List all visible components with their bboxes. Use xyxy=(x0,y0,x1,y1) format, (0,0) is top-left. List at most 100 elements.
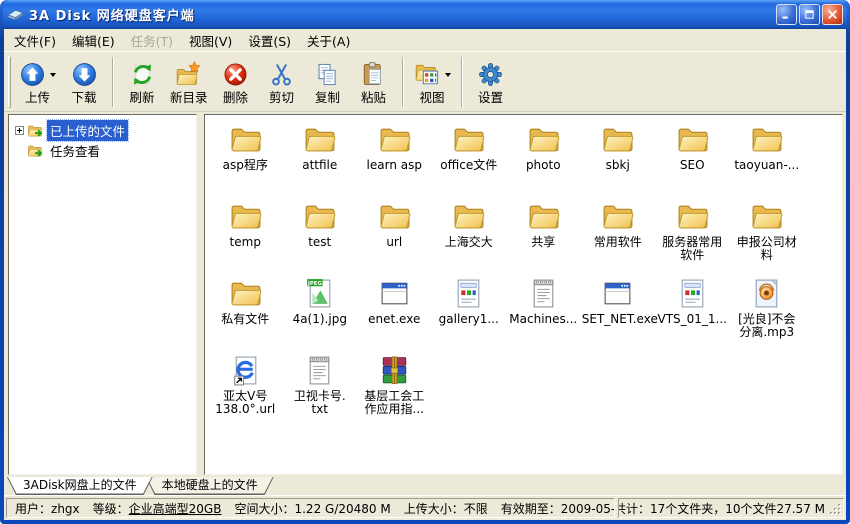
folder-icon xyxy=(676,123,709,156)
folder-icon xyxy=(676,200,709,233)
file-item[interactable]: sbkj xyxy=(581,118,656,195)
folder-tree: 已上传的文件 任务查看 xyxy=(8,114,197,475)
folder-icon xyxy=(750,200,783,233)
file-item[interactable]: 服务器常用 软件 xyxy=(655,195,730,272)
dropdown-arrow-icon xyxy=(50,73,56,77)
toolbar-button-copy[interactable]: 复制 xyxy=(305,54,351,110)
menu-settings[interactable]: 设置(S) xyxy=(240,28,299,53)
file-grid: asp程序 attfile learn asp office文件 xyxy=(208,118,842,426)
folder-icon xyxy=(527,123,560,156)
status-summary: 共计：17个文件夹，10个文件27.57 M xyxy=(618,498,844,518)
minimize-button[interactable] xyxy=(776,4,797,25)
tree-item-uploaded-files[interactable]: 已上传的文件 xyxy=(11,120,194,140)
app-body: 文件(F) 编辑(E) 任务(T) 视图(V) 设置(S) 关于(A) 上 xyxy=(4,29,846,520)
tree-item-label: 已上传的文件 xyxy=(47,120,128,141)
file-item[interactable]: 常用软件 xyxy=(581,195,656,272)
file-item-label: VTS_01_1... xyxy=(657,313,727,326)
tab-3adisk-files[interactable]: 3ADisk网盘上的文件 xyxy=(7,477,153,495)
file-item[interactable]: attfile xyxy=(283,118,358,195)
toolbar-gripper[interactable] xyxy=(8,56,11,108)
toolbar-button-cut[interactable]: 剪切 xyxy=(259,54,305,110)
file-item[interactable]: photo xyxy=(506,118,581,195)
file-item[interactable]: Machines... xyxy=(506,272,581,349)
file-item[interactable]: 亚太V号 138.0°.url xyxy=(208,349,283,426)
file-item[interactable]: taoyuan-... xyxy=(730,118,805,195)
folder-icon xyxy=(601,200,634,233)
menu-edit[interactable]: 编辑(E) xyxy=(64,28,123,53)
file-item[interactable]: [光良]不会 分离.mp3 xyxy=(730,272,805,349)
toolbar-button-new-folder[interactable]: 新目录 xyxy=(165,54,213,110)
file-item[interactable]: temp xyxy=(208,195,283,272)
file-item-label: 私有文件 xyxy=(221,313,269,326)
file-list-panel: asp程序 attfile learn asp office文件 xyxy=(204,114,843,475)
maximize-button[interactable] xyxy=(799,4,820,25)
file-item[interactable]: enet.exe xyxy=(357,272,432,349)
status-segment: 等级：企业高端型20GB xyxy=(93,500,222,517)
menu-file[interactable]: 文件(F) xyxy=(6,28,64,53)
file-item[interactable]: 申报公司材 料 xyxy=(730,195,805,272)
download-icon xyxy=(71,61,98,88)
file-item[interactable]: 共享 xyxy=(506,195,581,272)
file-item[interactable]: office文件 xyxy=(432,118,507,195)
tab-local-files[interactable]: 本地硬盘上的文件 xyxy=(146,477,274,495)
file-item[interactable]: test xyxy=(283,195,358,272)
view-icon xyxy=(414,61,441,88)
cut-icon xyxy=(268,61,295,88)
menu-task[interactable]: 任务(T) xyxy=(123,28,181,53)
status-account-info: 用户：zhgx等级：企业高端型20GB空间大小：1.22 G/20480 M上传… xyxy=(6,498,615,518)
status-segment: 空间大小：1.22 G/20480 M xyxy=(234,500,390,517)
toolbar-buttons: 上传 下载 刷新 新目录 删除 xyxy=(14,54,514,109)
toolbar-button-delete[interactable]: 删除 xyxy=(213,54,259,110)
toolbar-button-label: 删除 xyxy=(223,91,248,105)
file-item-label: sbkj xyxy=(606,159,630,172)
file-item-label: 常用软件 xyxy=(594,236,642,249)
file-item-label: learn asp xyxy=(367,159,422,172)
toolbar-button-view[interactable]: 视图 xyxy=(409,54,456,110)
toolbar-button-label: 视图 xyxy=(420,91,445,105)
toolbar-button-label: 新目录 xyxy=(170,91,208,105)
file-item[interactable]: SEO xyxy=(655,118,730,195)
tree-item-task-view[interactable]: 任务查看 xyxy=(11,140,194,160)
toolbar-button-settings[interactable]: 设置 xyxy=(468,54,514,110)
toolbar-button-label: 下载 xyxy=(71,91,96,105)
file-item[interactable]: 上海交大 xyxy=(432,195,507,272)
summary-text: 共计：17个文件夹，10个文件27.57 M xyxy=(618,500,825,517)
file-item[interactable]: SET_NET.exe xyxy=(581,272,656,349)
file-item[interactable]: VTS_01_1... xyxy=(655,272,730,349)
toolbar-separator xyxy=(461,57,463,107)
file-item[interactable]: gallery1... xyxy=(432,272,507,349)
toolbar-button-upload[interactable]: 上传 xyxy=(14,54,61,110)
window-controls xyxy=(776,4,845,25)
folder-icon xyxy=(750,123,783,156)
folder-icon xyxy=(229,123,262,156)
folder-icon xyxy=(303,123,336,156)
file-item[interactable]: 基层工会工 作应用指... xyxy=(357,349,432,426)
file-item-label: 4a(1).jpg xyxy=(293,313,347,326)
expand-plus-icon[interactable] xyxy=(15,126,24,135)
toolbar-button-refresh[interactable]: 刷新 xyxy=(119,54,165,110)
toolbar-button-label: 粘贴 xyxy=(361,91,386,105)
file-item[interactable]: asp程序 xyxy=(208,118,283,195)
file-item[interactable]: learn asp xyxy=(357,118,432,195)
folder-icon xyxy=(527,200,560,233)
file-item-label: enet.exe xyxy=(368,313,420,326)
file-item[interactable]: 4a(1).jpg xyxy=(283,272,358,349)
toolbar-button-download[interactable]: 下载 xyxy=(61,54,107,110)
newfolder-icon xyxy=(175,61,202,88)
menu-about[interactable]: 关于(A) xyxy=(299,28,358,53)
file-item-label: test xyxy=(308,236,331,249)
toolbar-button-paste[interactable]: 粘贴 xyxy=(351,54,397,110)
menu-view[interactable]: 视图(V) xyxy=(181,28,240,53)
file-item[interactable]: url xyxy=(357,195,432,272)
status-segment: 上传大小：不限 xyxy=(404,500,488,517)
file-item-label: 亚太V号 138.0°.url xyxy=(215,390,275,416)
file-item[interactable]: 私有文件 xyxy=(208,272,283,349)
close-button[interactable] xyxy=(822,4,843,25)
file-item[interactable]: 卫视卡号. txt xyxy=(283,349,358,426)
toolbar-button-label: 设置 xyxy=(478,91,503,105)
app-window: 3A Disk 网络硬盘客户端 文件(F) 编辑(E) 任务(T) 视图( xyxy=(0,0,850,524)
file-item-label: Machines... xyxy=(509,313,577,326)
resize-grip-icon[interactable] xyxy=(828,502,841,515)
file-item-label: SEO xyxy=(680,159,705,172)
menubar: 文件(F) 编辑(E) 任务(T) 视图(V) 设置(S) 关于(A) xyxy=(4,29,846,51)
